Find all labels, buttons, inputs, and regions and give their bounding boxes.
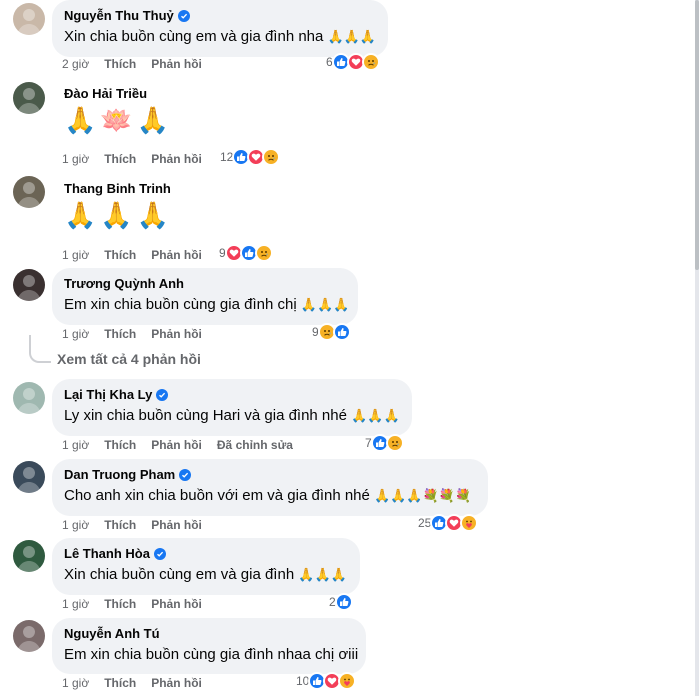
comment-text: Cho anh xin chia buồn với em và gia đình… xyxy=(64,487,370,504)
reaction-summary[interactable]: 9 xyxy=(312,323,351,341)
comment-timestamp[interactable]: 2 giờ xyxy=(62,56,89,72)
verified-badge-icon xyxy=(153,548,166,560)
comment-actions: 1 giờ Thích Phản hồi xyxy=(62,675,202,691)
comment-actions: 1 giờ Thích Phản hồi xyxy=(62,517,202,533)
comment-text: Xin chia buồn cùng em và gia đình nha xyxy=(64,28,324,45)
reply-button[interactable]: Phản hồi xyxy=(151,247,202,263)
like-button[interactable]: Thích xyxy=(104,517,136,533)
like-button[interactable]: Thích xyxy=(104,56,136,72)
comment-emoji: 🙏🙏🙏 xyxy=(351,409,400,424)
like-button[interactable]: Thích xyxy=(104,675,136,691)
comment-text: Em xin chia buồn cùng gia đình chị xyxy=(64,296,297,313)
comment-emoji: 🙏🪷🙏 xyxy=(64,106,174,136)
verified-badge-icon xyxy=(156,389,169,401)
comment-bubble: Lại Thị Kha Ly Ly xin chia buồn cùng Hari… xyxy=(52,379,412,436)
reaction-summary[interactable]: 12 xyxy=(220,148,281,166)
sad-icon xyxy=(361,53,380,71)
comment-actions: 1 giờ Thích Phản hồi Đã chỉnh sửa xyxy=(62,437,293,453)
comment-bubble: Dan Truong Pham Cho anh xin chia buồn với… xyxy=(52,459,488,516)
view-all-replies-link[interactable]: Xem tất cả 4 phản hồi xyxy=(57,351,201,367)
commenter-name[interactable]: Lê Thanh Hòa xyxy=(64,546,150,562)
thread-connector-line xyxy=(29,335,51,363)
avatar[interactable] xyxy=(13,176,45,208)
comment-emoji: 🙏🙏🙏 xyxy=(300,298,350,313)
reaction-count: 25 xyxy=(418,516,432,530)
reply-button[interactable]: Phản hồi xyxy=(151,437,202,453)
comment-timestamp[interactable]: 1 giờ xyxy=(62,517,89,533)
avatar[interactable] xyxy=(13,82,45,114)
verified-badge-icon xyxy=(179,469,192,481)
comment-actions: 1 giờ Thích Phản hồi xyxy=(62,596,202,612)
comment-text: Ly xin chia buồn cùng Hari và gia đình n… xyxy=(64,407,347,424)
reply-button[interactable]: Phản hồi xyxy=(151,326,202,342)
comment-bubble: Thang Binh Trinh 🙏🙏🙏 xyxy=(52,173,202,241)
comment-timestamp[interactable]: 1 giờ xyxy=(62,326,89,342)
like-button[interactable]: Thích xyxy=(104,247,136,263)
avatar[interactable] xyxy=(13,3,45,35)
comment-timestamp[interactable]: 1 giờ xyxy=(62,437,89,453)
avatar[interactable] xyxy=(13,620,45,652)
like-button[interactable]: Thích xyxy=(104,596,136,612)
avatar[interactable] xyxy=(13,461,45,493)
reaction-summary[interactable]: 10 xyxy=(296,672,357,690)
comment-bubble: Nguyễn Thu Thuỷ Xin chia buồn cùng em và … xyxy=(52,0,388,57)
reaction-count: 10 xyxy=(296,674,310,688)
care-icon xyxy=(460,514,479,532)
commenter-name[interactable]: Dan Truong Pham xyxy=(64,467,175,483)
sad-icon xyxy=(254,244,273,262)
comment-actions: 1 giờ Thích Phản hồi xyxy=(62,247,202,263)
like-button[interactable]: Thích xyxy=(104,326,136,342)
reaction-count: 12 xyxy=(220,150,234,164)
comment-bubble: Lê Thanh Hòa Xin chia buồn cùng em và gia… xyxy=(52,538,360,595)
comment-bubble: Trương Quỳnh Anh Em xin chia buồn cùng gi… xyxy=(52,268,358,325)
comment-timestamp[interactable]: 1 giờ xyxy=(62,151,89,167)
commenter-name[interactable]: Thang Binh Trinh xyxy=(64,181,171,197)
comment-emoji: 🙏🙏🙏 xyxy=(298,568,347,583)
commenter-name[interactable]: Nguyễn Thu Thuỷ xyxy=(64,8,174,24)
reply-button[interactable]: Phản hồi xyxy=(151,56,202,72)
comment-bubble: Nguyễn Anh Tú Em xin chia buồn cùng gia đ… xyxy=(52,618,366,674)
reply-button[interactable]: Phản hồi xyxy=(151,517,202,533)
like-button[interactable]: Thích xyxy=(104,437,136,453)
comment-text: Xin chia buồn cùng em và gia đình xyxy=(64,566,295,583)
avatar[interactable] xyxy=(13,269,45,301)
edited-label[interactable]: Đã chỉnh sửa xyxy=(217,437,293,453)
comment-emoji: 🙏🙏🙏💐💐💐 xyxy=(374,489,472,504)
commenter-name[interactable]: Lại Thị Kha Ly xyxy=(64,387,152,403)
reaction-summary[interactable]: 6 xyxy=(326,53,380,71)
like-icon xyxy=(332,323,351,341)
scrollbar-track[interactable] xyxy=(695,0,699,696)
care-icon xyxy=(338,672,357,690)
comment-text: Em xin chia buồn cùng gia đình nhaa chị … xyxy=(64,646,359,663)
like-icon xyxy=(334,593,353,611)
comment-timestamp[interactable]: 1 giờ xyxy=(62,596,89,612)
comment-emoji: 🙏🙏🙏 xyxy=(327,30,377,45)
verified-badge-icon xyxy=(177,10,190,22)
reaction-summary[interactable]: 25 xyxy=(418,514,479,532)
avatar[interactable] xyxy=(13,382,45,414)
comment-timestamp[interactable]: 1 giờ xyxy=(62,675,89,691)
scrollbar-thumb[interactable] xyxy=(695,0,699,270)
comment-actions: 1 giờ Thích Phản hồi xyxy=(62,151,202,167)
reaction-summary[interactable]: 7 xyxy=(365,434,404,452)
comment-timestamp[interactable]: 1 giờ xyxy=(62,247,89,263)
like-button[interactable]: Thích xyxy=(104,151,136,167)
reply-button[interactable]: Phản hồi xyxy=(151,596,202,612)
commenter-name[interactable]: Trương Quỳnh Anh xyxy=(64,276,184,292)
sad-icon xyxy=(385,434,404,452)
sad-icon xyxy=(262,148,281,166)
reaction-summary[interactable]: 9 xyxy=(219,244,273,262)
comment-actions: 1 giờ Thích Phản hồi xyxy=(62,326,202,342)
comment-actions: 2 giờ Thích Phản hồi xyxy=(62,56,202,72)
reaction-summary[interactable]: 2 xyxy=(329,593,353,611)
comment-bubble: Đào Hải Triều 🙏🪷🙏 xyxy=(52,78,202,146)
commenter-name[interactable]: Nguyễn Anh Tú xyxy=(64,626,160,642)
comment-emoji: 🙏🙏🙏 xyxy=(64,201,174,231)
commenter-name[interactable]: Đào Hải Triều xyxy=(64,86,147,102)
reply-button[interactable]: Phản hồi xyxy=(151,151,202,167)
reply-button[interactable]: Phản hồi xyxy=(151,675,202,691)
avatar[interactable] xyxy=(13,540,45,572)
